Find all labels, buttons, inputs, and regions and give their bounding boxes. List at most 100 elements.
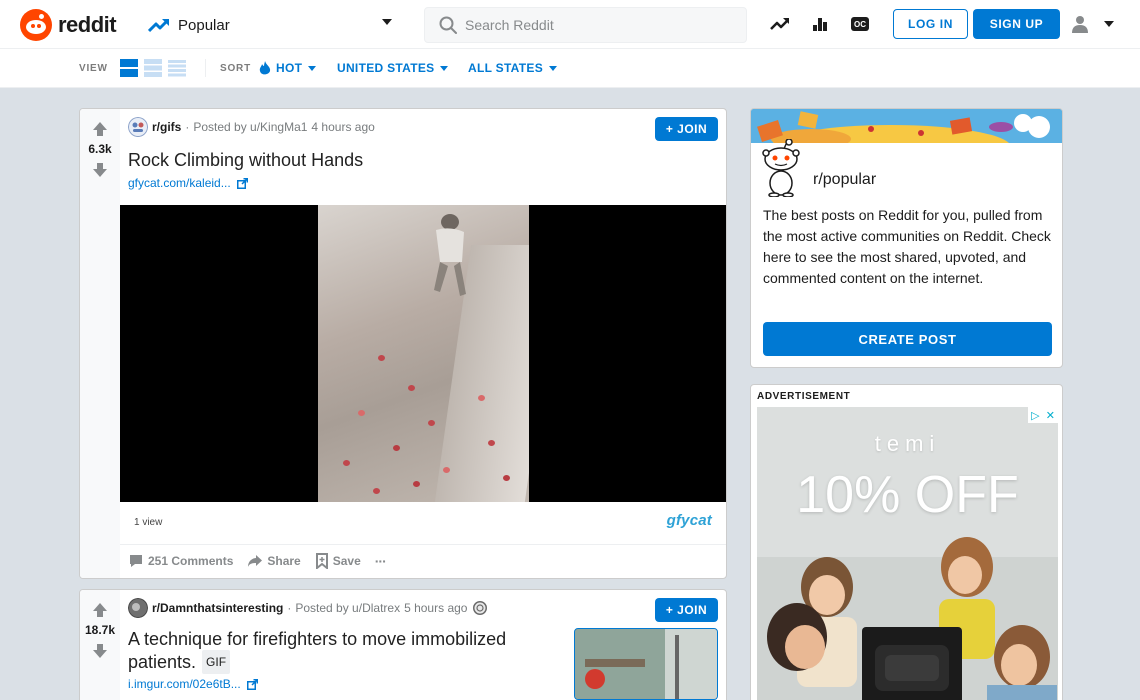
join-button[interactable]: + JOIN bbox=[655, 117, 718, 141]
region-dropdown[interactable]: UNITED STATES bbox=[337, 60, 449, 76]
divider bbox=[205, 59, 206, 77]
trending-arrow-icon bbox=[770, 18, 789, 30]
oc-button[interactable]: OC bbox=[849, 13, 871, 35]
gfycat-logo[interactable]: gfycat bbox=[667, 512, 712, 529]
oc-icon: OC bbox=[851, 17, 869, 31]
save-button[interactable]: Save bbox=[315, 553, 361, 569]
post-meta: r/gifs · Posted by u/KingMa1 4 hours ago bbox=[128, 117, 375, 137]
share-icon bbox=[248, 555, 263, 567]
community-banner bbox=[751, 109, 1062, 143]
signup-button[interactable]: SIGN UP bbox=[973, 9, 1060, 39]
upvote-icon[interactable] bbox=[92, 121, 108, 137]
sort-bar: VIEW SORT HOT UNITED STATES ALL STATES bbox=[0, 49, 1140, 88]
post-time[interactable]: 5 hours ago bbox=[404, 601, 467, 615]
ad-image[interactable]: temi 10% OFF ▷ ✕ bbox=[757, 407, 1058, 700]
embed-footer: 1 view gfycat bbox=[120, 502, 726, 545]
flame-icon bbox=[259, 60, 271, 74]
post-media[interactable] bbox=[120, 205, 726, 502]
ad-offer: 10% OFF bbox=[796, 466, 1019, 524]
sort-label: SORT bbox=[220, 63, 251, 74]
adchoices-play-icon: ▷ bbox=[1031, 409, 1040, 422]
advertisement-card: ADVERTISEMENT temi 10% OFF ▷ ✕ bbox=[750, 384, 1063, 700]
vote-column: 6.3k bbox=[80, 109, 120, 578]
external-link-icon bbox=[236, 177, 248, 189]
top-header: reddit Popular OC LOG IN S bbox=[0, 0, 1140, 49]
post-flair[interactable]: GIF bbox=[202, 650, 231, 674]
post-actions: 251 Comments Share Save ··· bbox=[128, 553, 400, 569]
save-label: Save bbox=[332, 554, 361, 568]
downvote-icon[interactable] bbox=[92, 643, 108, 659]
chevron-down-icon bbox=[549, 65, 557, 71]
post-title-text: A technique for firefighters to move imm… bbox=[128, 629, 507, 672]
subreddit-avatar-icon[interactable] bbox=[128, 598, 148, 618]
reddit-logo[interactable]: reddit bbox=[20, 9, 117, 41]
stats-button[interactable] bbox=[809, 13, 831, 35]
climber-figure bbox=[434, 214, 466, 296]
post-link[interactable]: gfycat.com/kaleid... bbox=[128, 176, 248, 190]
separator-dot: · bbox=[185, 120, 190, 134]
search-bar[interactable] bbox=[424, 7, 747, 43]
sort-hot-dropdown[interactable]: HOT bbox=[259, 60, 317, 76]
more-options-button[interactable]: ··· bbox=[374, 553, 387, 569]
share-label: Share bbox=[267, 554, 301, 568]
comments-label: 251 Comments bbox=[148, 554, 234, 568]
trending-icon bbox=[148, 18, 170, 33]
feed-selector[interactable]: Popular bbox=[148, 11, 398, 39]
comments-button[interactable]: 251 Comments bbox=[128, 553, 233, 569]
climbing-gif-frame bbox=[318, 205, 529, 502]
bookmark-icon bbox=[315, 553, 328, 569]
link-text: gfycat.com/kaleid... bbox=[128, 176, 231, 190]
close-icon[interactable]: ✕ bbox=[1046, 409, 1055, 422]
user-menu[interactable] bbox=[1070, 13, 1120, 35]
adchoices-icon[interactable]: ▷ ✕ bbox=[1028, 407, 1058, 423]
downvote-icon[interactable] bbox=[92, 162, 108, 178]
post-meta: r/Damnthatsinteresting · Posted by u/Dla… bbox=[128, 598, 488, 618]
subreddit-link[interactable]: r/gifs bbox=[152, 120, 181, 134]
separator-dot: · bbox=[287, 601, 292, 615]
share-button[interactable]: Share bbox=[247, 553, 301, 569]
subreddit-avatar-icon[interactable] bbox=[128, 117, 148, 137]
silver-award-icon[interactable] bbox=[473, 601, 488, 615]
community-description: The best posts on Reddit for you, pulled… bbox=[763, 207, 1051, 286]
join-button[interactable]: + JOIN bbox=[655, 598, 718, 622]
post-title[interactable]: Rock Climbing without Hands bbox=[128, 149, 363, 171]
post-score: 18.7k bbox=[84, 623, 116, 637]
search-input[interactable] bbox=[465, 17, 725, 33]
oc-label: OC bbox=[854, 19, 866, 29]
view-count: 1 view bbox=[134, 517, 163, 528]
card-view-icon[interactable] bbox=[120, 59, 138, 77]
community-info-card: r/popular The best posts on Reddit for y… bbox=[750, 108, 1063, 368]
classic-view-icon[interactable] bbox=[144, 59, 162, 77]
post-link[interactable]: i.imgur.com/02e6tB... bbox=[128, 677, 258, 691]
post-title[interactable]: A technique for firefighters to move imm… bbox=[128, 628, 558, 674]
more-icon: ··· bbox=[374, 553, 387, 569]
post-card[interactable]: 18.7k r/Damnthatsinteresting · Posted by… bbox=[79, 589, 727, 700]
trending-button[interactable] bbox=[769, 13, 791, 35]
post-score: 6.3k bbox=[88, 142, 112, 156]
login-button[interactable]: LOG IN bbox=[893, 9, 968, 39]
create-post-button[interactable]: CREATE POST bbox=[763, 322, 1052, 356]
thumbnail-image bbox=[575, 629, 717, 699]
external-link-icon bbox=[246, 678, 258, 690]
subreddit-link[interactable]: r/Damnthatsinteresting bbox=[152, 601, 283, 615]
upvote-icon[interactable] bbox=[92, 602, 108, 618]
view-label: VIEW bbox=[79, 63, 108, 74]
bar-chart-icon bbox=[813, 18, 827, 31]
state-dropdown[interactable]: ALL STATES bbox=[468, 60, 557, 76]
link-text: i.imgur.com/02e6tB... bbox=[128, 677, 241, 691]
feed-label: Popular bbox=[178, 16, 230, 34]
logo-text: reddit bbox=[58, 12, 117, 37]
user-icon bbox=[1072, 16, 1088, 33]
post-time[interactable]: 4 hours ago bbox=[311, 120, 374, 134]
ad-label: ADVERTISEMENT bbox=[757, 391, 851, 402]
posted-by[interactable]: Posted by u/Dlatrex bbox=[295, 601, 400, 615]
reddit-snoo-icon bbox=[20, 9, 52, 41]
chevron-down-icon bbox=[382, 19, 392, 25]
post-card[interactable]: 6.3k r/gifs · Posted by u/KingMa1 4 hour… bbox=[79, 108, 727, 579]
chevron-down-icon bbox=[308, 65, 317, 71]
compact-view-icon[interactable] bbox=[168, 59, 186, 77]
chevron-down-icon bbox=[440, 65, 449, 71]
ad-brand: temi bbox=[874, 431, 941, 456]
post-thumbnail[interactable] bbox=[574, 628, 718, 700]
posted-by[interactable]: Posted by u/KingMa1 bbox=[193, 120, 307, 134]
